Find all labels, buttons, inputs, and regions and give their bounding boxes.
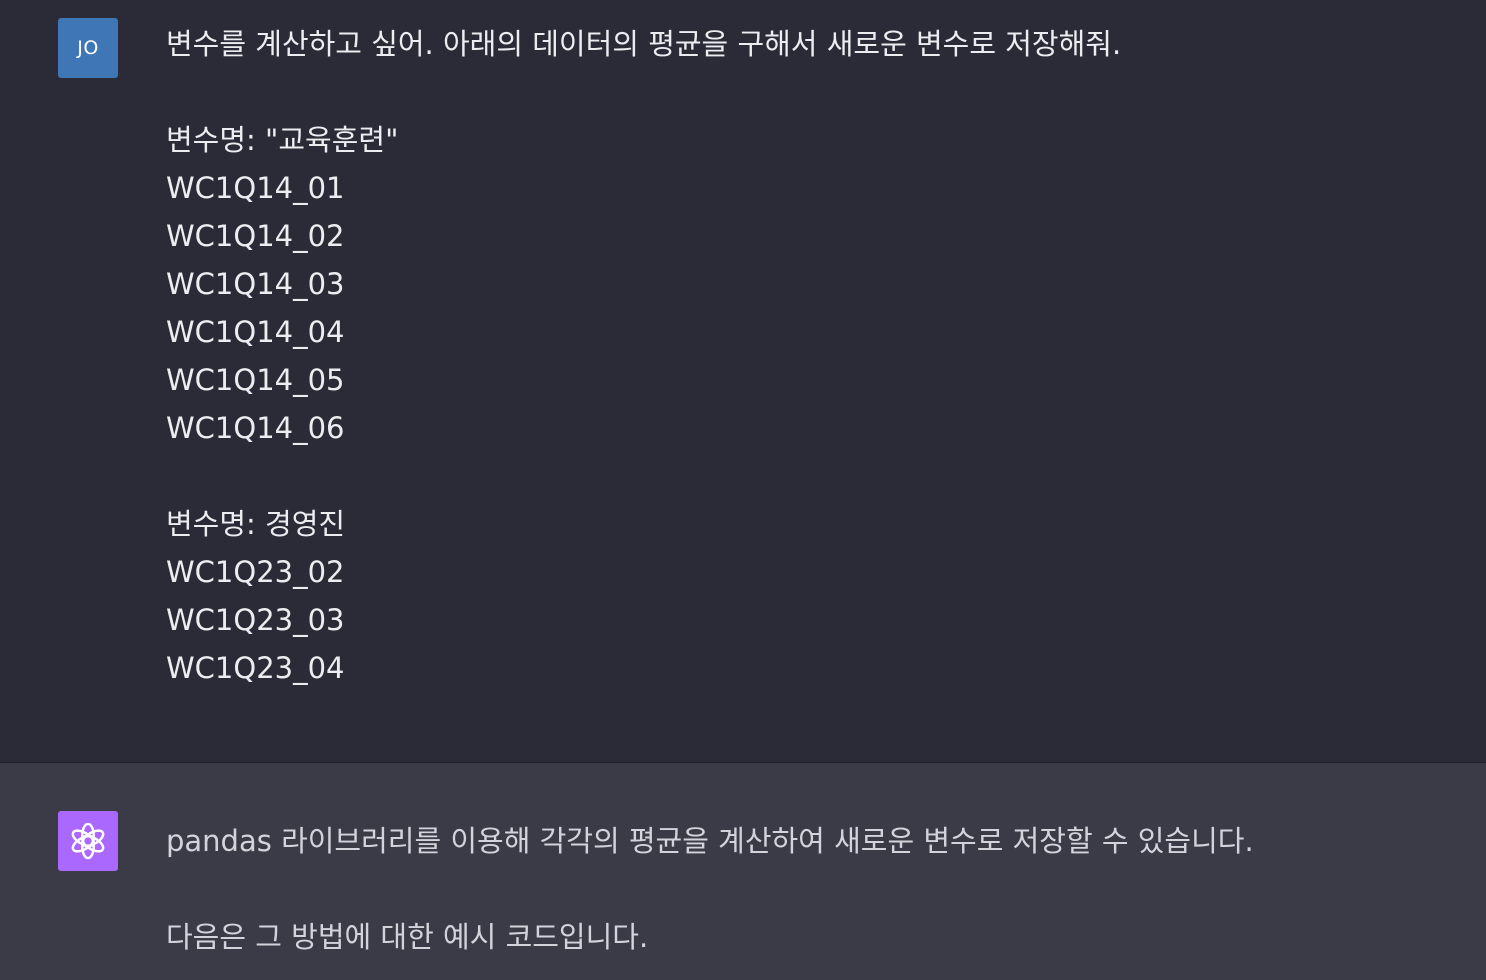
message-text: 다음은 그 방법에 대한 예시 코드입니다. <box>166 920 649 954</box>
message-text: 변수명: 경영진 <box>166 507 346 541</box>
message-text: pandas 라이브러리를 이용해 각각의 평균을 계산하여 새로운 변수로 저… <box>166 824 1254 858</box>
message-text: WC1Q14_05 <box>166 363 345 397</box>
message-text: WC1Q14_03 <box>166 267 345 301</box>
assistant-avatar <box>58 811 118 871</box>
avatar-initials: JO <box>77 37 99 59</box>
message-text: WC1Q23_03 <box>166 603 345 637</box>
message-text: WC1Q14_02 <box>166 219 345 253</box>
message-text: WC1Q14_04 <box>166 315 345 349</box>
message-text: WC1Q23_02 <box>166 555 345 589</box>
message-text: WC1Q14_06 <box>166 411 345 445</box>
user-message-content: 변수를 계산하고 싶어. 아래의 데이터의 평균을 구해서 새로운 변수로 저장… <box>166 20 1446 692</box>
openai-logo-icon <box>71 822 105 860</box>
assistant-message-content: pandas 라이브러리를 이용해 각각의 평균을 계산하여 새로운 변수로 저… <box>166 817 1446 961</box>
assistant-message: pandas 라이브러리를 이용해 각각의 평균을 계산하여 새로운 변수로 저… <box>0 763 1486 980</box>
user-message: JO 변수를 계산하고 싶어. 아래의 데이터의 평균을 구해서 새로운 변수로… <box>0 0 1486 763</box>
message-text: WC1Q23_04 <box>166 651 345 685</box>
message-text: 변수명: "교육훈련" <box>166 123 399 157</box>
message-text: 변수를 계산하고 싶어. 아래의 데이터의 평균을 구해서 새로운 변수로 저장… <box>166 27 1122 61</box>
message-text: WC1Q14_01 <box>166 171 345 205</box>
user-avatar: JO <box>58 18 118 78</box>
